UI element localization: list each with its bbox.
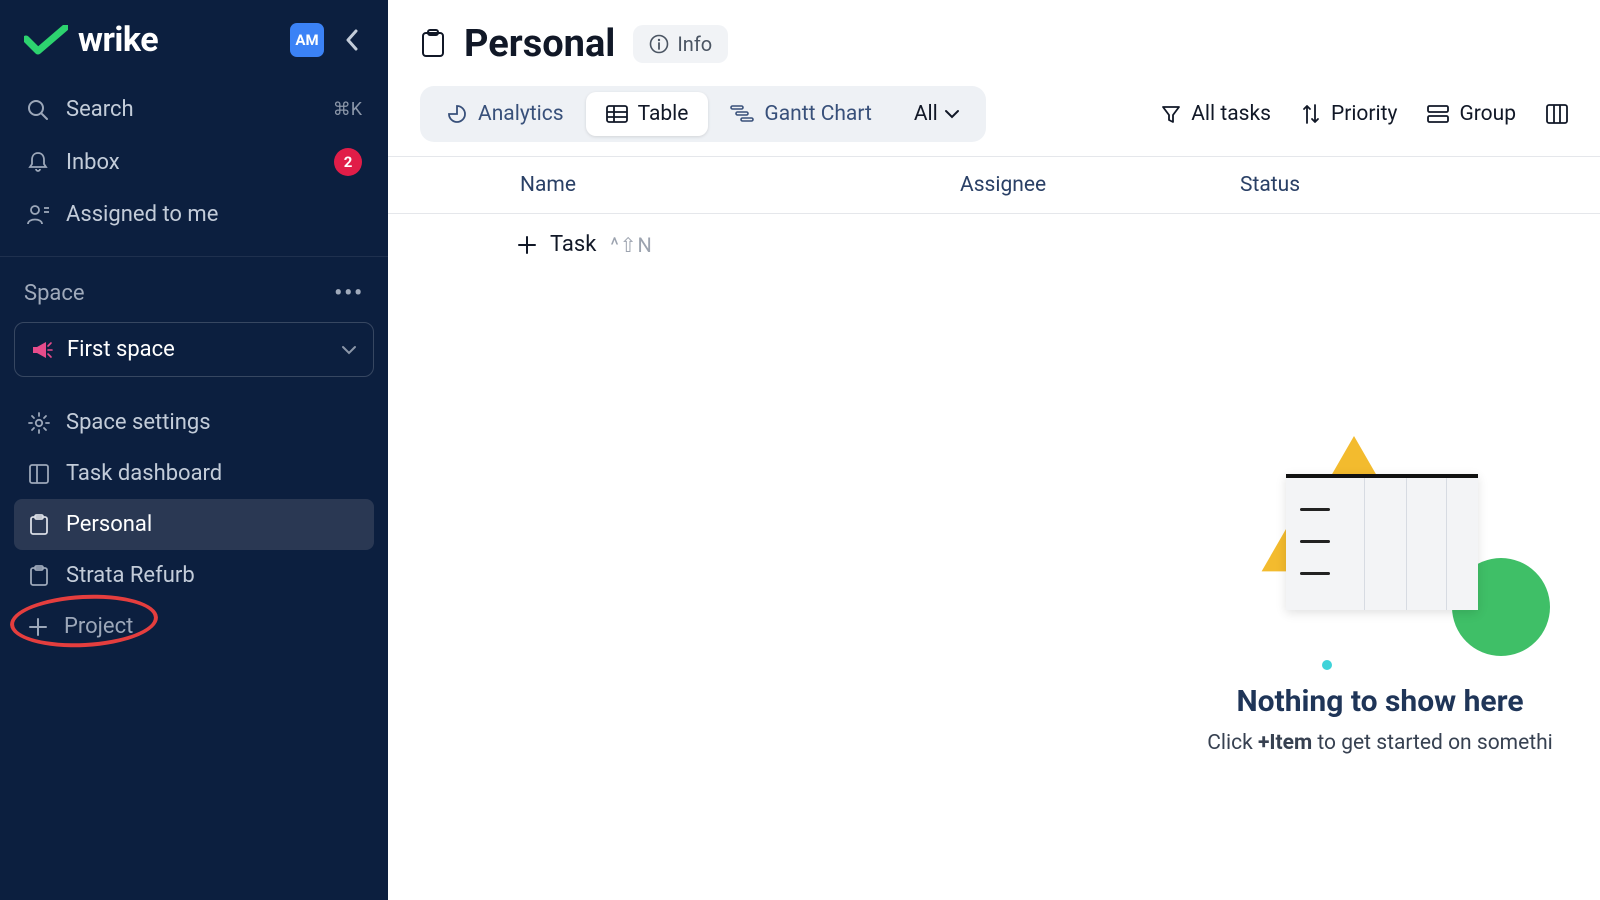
toolbar: Analytics Table Gantt Chart All All task… xyxy=(388,66,1600,157)
brand-name: wrike xyxy=(78,20,158,60)
space-heading: Space xyxy=(24,281,85,306)
space-settings-item[interactable]: Space settings xyxy=(14,397,374,448)
table-icon xyxy=(606,105,628,123)
inbox-badge: 2 xyxy=(334,148,362,176)
analytics-icon xyxy=(446,103,468,125)
analytics-label: Analytics xyxy=(478,102,564,126)
table-label: Table xyxy=(638,102,689,126)
analytics-tab[interactable]: Analytics xyxy=(426,92,584,136)
column-status[interactable]: Status xyxy=(1240,173,1440,197)
sidebar-top: wrike AM xyxy=(0,14,388,78)
filter-icon xyxy=(1161,104,1181,124)
table-header-row: Name Assignee Status xyxy=(388,157,1600,214)
sort-button[interactable]: Priority xyxy=(1301,102,1397,126)
space-item-label: Task dashboard xyxy=(66,461,222,486)
search-shortcut: ⌘K xyxy=(333,99,362,120)
user-avatar[interactable]: AM xyxy=(290,23,324,57)
personal-item[interactable]: Personal xyxy=(14,499,374,550)
sort-label: Priority xyxy=(1331,102,1397,126)
empty-illustration xyxy=(1250,440,1510,650)
info-button[interactable]: Info xyxy=(633,25,728,63)
brand-logo[interactable]: wrike xyxy=(24,20,158,60)
search-icon xyxy=(27,99,49,121)
main-header: Personal Info xyxy=(388,0,1600,66)
add-project-button[interactable]: Project xyxy=(14,601,374,652)
filter-button[interactable]: All tasks xyxy=(1161,102,1271,126)
gantt-label: Gantt Chart xyxy=(764,102,871,126)
chevron-left-icon xyxy=(345,29,359,51)
all-label: All xyxy=(914,102,938,126)
search-label: Search xyxy=(66,97,134,122)
bell-icon xyxy=(27,151,49,173)
task-dashboard-item[interactable]: Task dashboard xyxy=(14,448,374,499)
search-nav[interactable]: Search ⌘K xyxy=(12,84,376,135)
dashboard-icon xyxy=(29,464,49,484)
chevron-down-icon xyxy=(341,345,357,355)
empty-state: Nothing to show here Click +Item to get … xyxy=(1120,440,1600,755)
collapse-sidebar-button[interactable] xyxy=(334,22,370,58)
add-task-shortcut: ^⇧N xyxy=(610,233,652,257)
inbox-nav[interactable]: Inbox 2 xyxy=(12,135,376,189)
space-items: Space settings Task dashboard Personal S… xyxy=(0,385,388,652)
empty-subtitle: Click +Item to get started on somethi xyxy=(1120,731,1600,755)
space-selector[interactable]: First space xyxy=(14,322,374,377)
view-switch: Analytics Table Gantt Chart All xyxy=(420,86,986,142)
main-content: Personal Info Analytics Table Gantt Char… xyxy=(388,0,1600,900)
chevron-down-icon xyxy=(944,109,960,119)
clipboard-icon xyxy=(29,565,49,587)
toolbar-right: All tasks Priority Group xyxy=(1161,102,1568,126)
wrike-check-icon xyxy=(24,25,68,55)
gear-icon xyxy=(28,412,50,434)
space-more-button[interactable]: ••• xyxy=(334,281,364,306)
add-task-label: Task xyxy=(550,232,596,257)
page-title: Personal xyxy=(464,22,615,66)
fields-button[interactable] xyxy=(1546,104,1568,124)
group-icon xyxy=(1427,105,1449,123)
sort-icon xyxy=(1301,103,1321,125)
column-assignee[interactable]: Assignee xyxy=(960,173,1240,197)
group-label: Group xyxy=(1459,102,1516,126)
selected-space-label: First space xyxy=(67,337,175,362)
columns-icon xyxy=(1546,104,1568,124)
sidebar-divider xyxy=(0,256,388,257)
gantt-tab[interactable]: Gantt Chart xyxy=(710,92,891,136)
space-item-label: Strata Refurb xyxy=(66,563,195,588)
clipboard-icon xyxy=(29,514,49,536)
group-button[interactable]: Group xyxy=(1427,102,1516,126)
gantt-icon xyxy=(730,105,754,123)
assigned-nav[interactable]: Assigned to me xyxy=(12,189,376,240)
plus-icon xyxy=(28,617,48,637)
add-task-row[interactable]: Task ^⇧N xyxy=(388,214,1600,275)
strata-refurb-item[interactable]: Strata Refurb xyxy=(14,550,374,601)
sidebar: wrike AM Search ⌘K Inbox 2 Assigned to m… xyxy=(0,0,388,900)
all-views-dropdown[interactable]: All xyxy=(894,92,980,136)
primary-nav: Search ⌘K Inbox 2 Assigned to me xyxy=(0,78,388,240)
person-assigned-icon xyxy=(26,204,50,226)
empty-title: Nothing to show here xyxy=(1120,684,1600,719)
space-item-label: Personal xyxy=(66,512,152,537)
add-project-label: Project xyxy=(64,614,133,639)
filter-label: All tasks xyxy=(1191,102,1271,126)
assigned-label: Assigned to me xyxy=(66,202,218,227)
space-item-label: Space settings xyxy=(66,410,211,435)
info-icon xyxy=(649,34,669,54)
inbox-label: Inbox xyxy=(66,150,120,175)
megaphone-icon xyxy=(31,340,53,360)
table-tab[interactable]: Table xyxy=(586,92,709,136)
space-header: Space ••• xyxy=(0,267,388,316)
clipboard-icon xyxy=(420,29,446,59)
column-name[interactable]: Name xyxy=(420,173,960,197)
info-label: Info xyxy=(677,32,712,56)
plus-icon xyxy=(518,236,536,254)
